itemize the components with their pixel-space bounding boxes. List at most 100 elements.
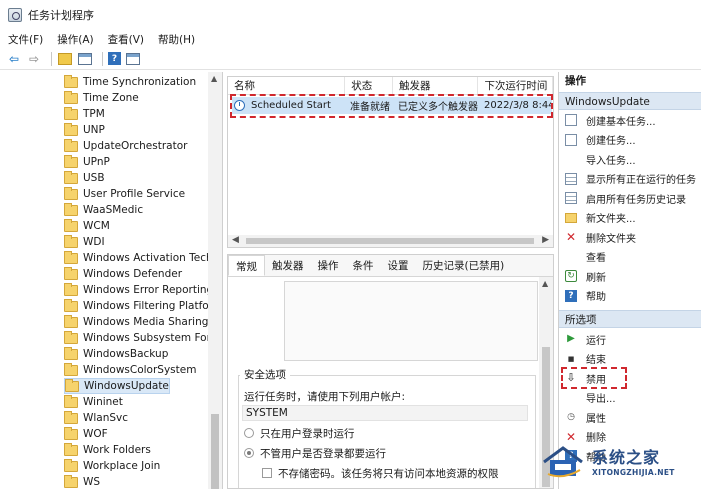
tree-item[interactable]: WaaSMedic [64,202,143,218]
tree-item[interactable]: User Profile Service [64,186,185,202]
tree-item[interactable]: UPnP [64,154,110,170]
tab-conditions[interactable]: 条件 [346,255,381,276]
action-pane-button[interactable] [125,51,141,67]
action-item[interactable]: ✕ 删除文件夹 [565,228,636,246]
actions-section-windowsupdate[interactable]: WindowsUpdate [559,92,701,110]
menu-help[interactable]: 帮助(H) [158,32,195,47]
up-folder-button[interactable] [57,51,73,67]
action-item[interactable]: ▶ 运行 [565,330,606,348]
task-details-pane: 常规 触发器 操作 条件 设置 历史记录(已禁用) 安全选项 运行任务时，请使用… [227,254,554,489]
tree-item[interactable]: WCM [64,218,110,234]
action-item[interactable]: 导出... [565,389,616,407]
action-item[interactable]: 创建任务... [565,131,636,149]
tree-item-label: UpdateOrchestrator [83,140,188,152]
tab-history[interactable]: 历史记录(已禁用) [416,255,512,276]
tree-item[interactable]: Windows Subsystem For Li [64,330,222,346]
tree-item[interactable]: Windows Filtering Platform [64,298,222,314]
tree-vertical-scrollbar[interactable]: ▲ [208,72,222,489]
scroll-right-icon[interactable]: ▶ [542,235,549,245]
tree-item[interactable]: WOF [64,426,108,442]
tab-general[interactable]: 常规 [228,255,265,276]
tree-item[interactable]: WindowsBackup [64,346,168,362]
action-item[interactable]: 新文件夹... [565,209,636,227]
do-not-store-password-checkbox[interactable] [262,468,272,478]
action-item-label: 刷新 [586,272,606,284]
scroll-left-icon[interactable]: ◀ [232,235,239,245]
column-header-next-run[interactable]: 下次运行时间 [478,77,553,94]
column-header-name[interactable]: 名称 [228,77,346,94]
tree-item[interactable]: Time Synchronization [64,74,196,90]
scrollbar-thumb[interactable] [211,414,219,489]
tree-item-label: Time Synchronization [83,76,197,88]
action-item-label: 启用所有任务历史记录 [586,194,686,206]
menu-action[interactable]: 操作(A) [57,32,93,47]
action-item[interactable]: 启用所有任务历史记录 [565,189,686,207]
folder-icon [64,154,78,168]
create-task-icon [565,133,577,146]
scrollbar-thumb[interactable] [246,238,534,244]
tree-item[interactable]: UpdateOrchestrator [64,138,187,154]
folder-icon [64,426,78,440]
tree-item[interactable]: WS [64,474,100,489]
do-not-store-password-label: 不存储密码。该任务将只有访问本地资源的权限 [278,468,499,480]
scroll-up-icon[interactable]: ▲ [211,74,217,83]
tree-item[interactable]: Windows Error Reporting [64,282,213,298]
tree-item[interactable]: Windows Media Sharing [64,314,208,330]
tab-settings[interactable]: 设置 [381,255,416,276]
actions-section-selected-item[interactable]: 所选项 [559,310,701,328]
tree-item[interactable]: WindowsUpdate [64,378,170,394]
tree-item[interactable]: WlanSvc [64,410,128,426]
action-item[interactable]: ⇩ 禁用 [565,369,606,387]
stop-icon: ■ [567,354,575,363]
tree-item[interactable]: Windows Activation Techno [64,250,223,266]
forward-arrow-icon[interactable]: ⇨ [26,51,42,67]
back-arrow-icon[interactable]: ⇦ [6,51,22,67]
tab-actions[interactable]: 操作 [311,255,346,276]
action-item[interactable]: 查看 [565,248,606,266]
details-tabs: 常规 触发器 操作 条件 设置 历史记录(已禁用) [228,255,553,277]
action-item[interactable]: 创建基本任务... [565,111,656,129]
action-item[interactable]: ? 帮助 [565,287,606,305]
tree-item[interactable]: USB [64,170,105,186]
action-item-label: 禁用 [586,374,606,386]
window-pane-icon [78,52,92,65]
tree-item[interactable]: Windows Defender [64,266,182,282]
tree-item-label: WDI [83,236,105,248]
description-field[interactable] [284,281,538,361]
tree-item-label: Windows Activation Techno [83,252,223,264]
tree-item[interactable]: Wininet [64,394,123,410]
tree-item[interactable]: WindowsColorSystem [64,362,196,378]
show-hide-tree-button[interactable] [77,51,93,67]
action-item[interactable]: 显示所有正在运行的任务 [565,170,696,188]
tree-item[interactable]: Work Folders [64,442,151,458]
folder-icon [64,90,78,104]
action-item[interactable]: ◷ 属性 [565,408,606,426]
action-item[interactable]: 导入任务... [565,150,636,168]
folder-icon [64,218,78,232]
tab-triggers[interactable]: 触发器 [265,255,311,276]
menu-view[interactable]: 查看(V) [108,32,144,47]
scroll-up-icon[interactable]: ▲ [542,279,548,288]
tree-item[interactable]: Time Zone [64,90,139,106]
tree-item[interactable]: WDI [64,234,105,250]
tree-item[interactable]: Workplace Join [64,458,160,474]
action-item[interactable]: ↻ 刷新 [565,267,606,285]
folder-icon [64,394,78,408]
toolbar-separator [51,51,52,66]
folder-icon [64,74,78,88]
column-header-status[interactable]: 状态 [345,77,393,94]
tree-item[interactable]: UNP [64,122,105,138]
radio-logged-on-only[interactable] [244,428,254,438]
run-as-label: 运行任务时，请使用下列用户帐户: [244,391,406,403]
tree-item[interactable]: TPM [64,106,105,122]
folder-icon [64,186,78,200]
tree-item-label: WOF [83,428,108,440]
action-item-label: 新文件夹... [586,214,636,225]
menu-file[interactable]: 文件(F) [8,32,43,47]
help-icon[interactable]: ? [108,52,121,65]
disable-icon: ⇩ [566,371,576,384]
radio-run-whether-logged-on[interactable] [244,448,254,458]
horizontal-scrollbar[interactable]: ◀ ▶ [228,235,553,247]
column-header-trigger[interactable]: 触发器 [393,77,479,94]
action-item[interactable]: ■ 结束 [565,350,606,368]
